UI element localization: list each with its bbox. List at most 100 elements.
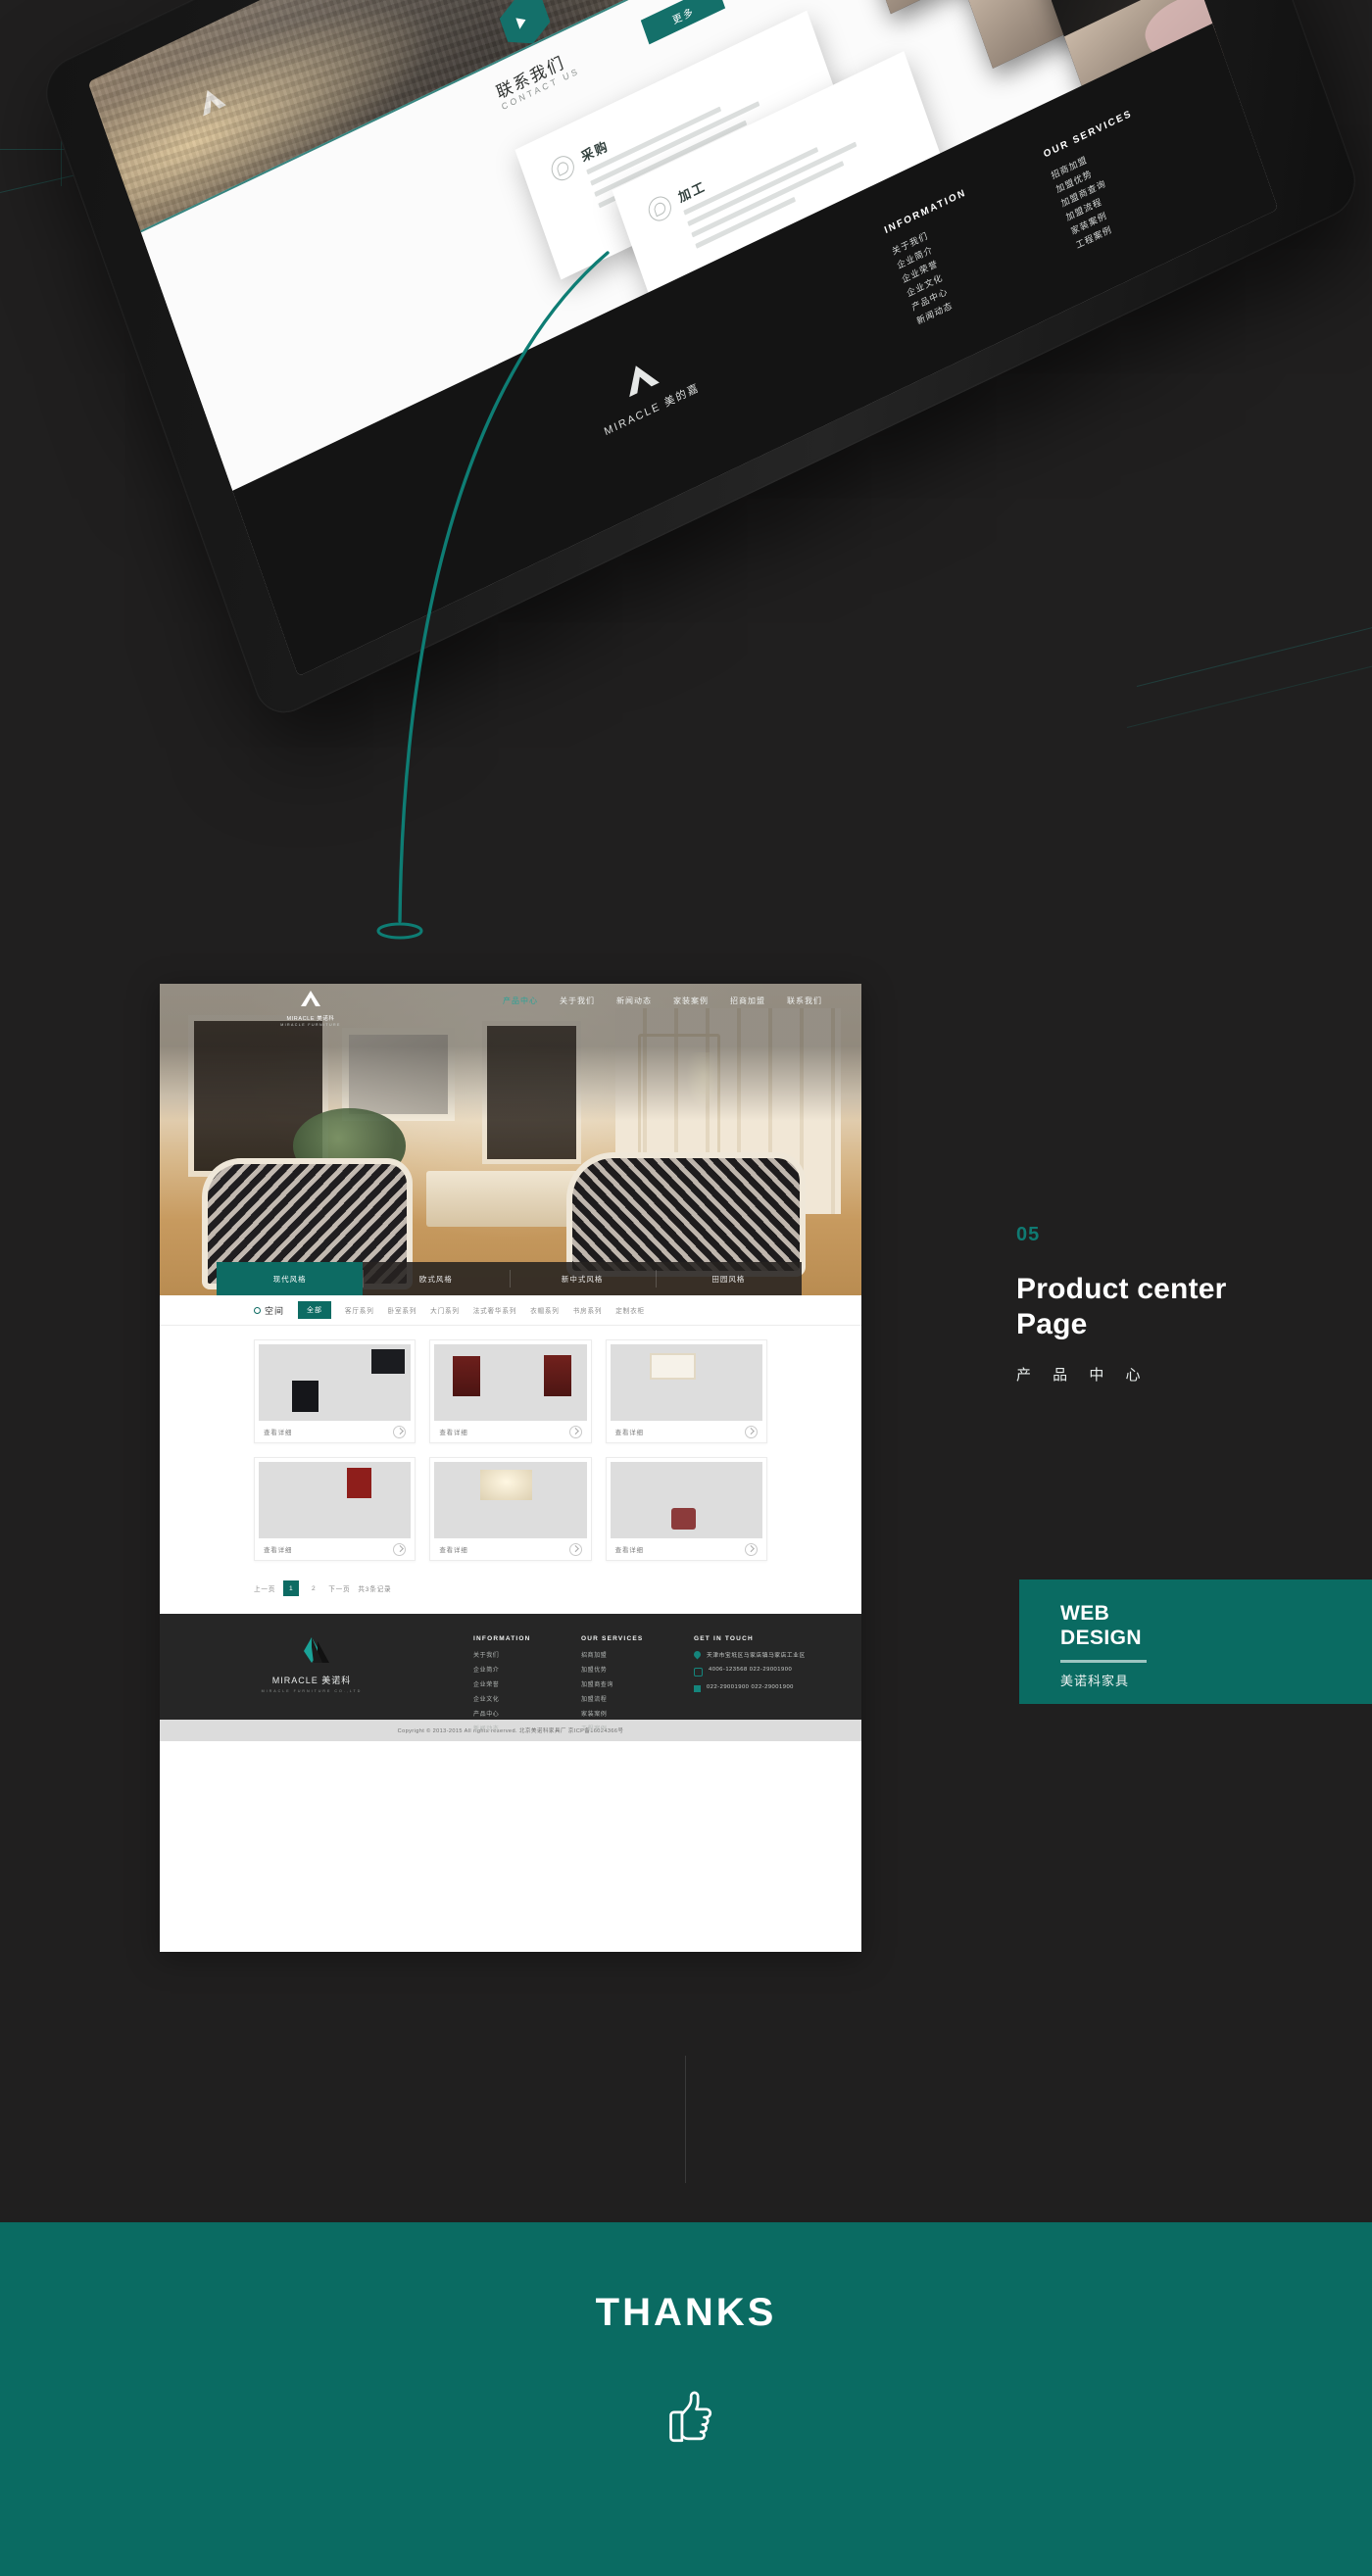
footer-col-heading: GET IN TOUCH [694, 1635, 754, 1642]
product-card[interactable]: 查看详细 [254, 1457, 416, 1561]
web-design-rule [1060, 1660, 1147, 1663]
product-meta: 查看详细 [255, 1538, 415, 1560]
footer-link[interactable]: 企业荣誉 [473, 1679, 531, 1688]
product-image [434, 1462, 587, 1538]
footer-col-contact: GET IN TOUCH 天津市宝坻区马家店镇马家店工业区 4006-12356… [692, 1635, 806, 1700]
web-design-block: WEB DESIGN 美诺科家具 [1019, 1580, 1372, 1704]
pagination-page-2[interactable]: 2 [307, 1581, 320, 1595]
product-card[interactable]: 查看详细 [429, 1339, 592, 1443]
nav-item-franchise[interactable]: 招商加盟 [730, 996, 765, 1006]
chat-icon [548, 152, 578, 185]
hero-tab-modern[interactable]: 现代风格 [217, 1262, 364, 1295]
chevron-right-icon[interactable] [744, 1542, 758, 1556]
product-card[interactable]: 查看详细 [254, 1339, 416, 1443]
site-navbar: MIRACLE 美诺科 MIRACLE FURNITURE 产品中心 关于我们 … [160, 984, 861, 1027]
footer-col-information: INFORMATION 关于我们 企业简介 企业荣誉 企业文化 产品中心 新闻动… [473, 1635, 531, 1738]
product-filter-bar: 空间 全部 客厅系列 卧室系列 大门系列 法式奢华系列 衣帽系列 书房系列 定制… [160, 1295, 861, 1326]
site-logo[interactable]: MIRACLE 美诺科 MIRACLE FURNITURE [271, 990, 350, 1027]
product-image [610, 1462, 762, 1538]
footer-link[interactable]: 加盟商查询 [581, 1679, 643, 1688]
product-card[interactable]: 查看详细 [429, 1457, 592, 1561]
page-subtitle-cn: 产 品 中 心 [1016, 1367, 1150, 1384]
filter-option[interactable]: 卧室系列 [388, 1305, 417, 1315]
web-design-heading: WEB DESIGN [1060, 1601, 1142, 1650]
filter-option[interactable]: 客厅系列 [345, 1305, 374, 1315]
nav-item-about-us[interactable]: 关于我们 [560, 996, 595, 1006]
footer-contact-phone-row: 4006-123568 022-29001900 [694, 1667, 806, 1677]
nav-item-contact[interactable]: 联系我们 [787, 996, 822, 1006]
filter-option[interactable]: 定制衣柜 [615, 1305, 645, 1315]
page-title-line-1: Product center [1016, 1273, 1227, 1305]
footer-link[interactable]: 企业简介 [473, 1665, 531, 1674]
site-hero: MIRACLE 美诺科 MIRACLE FURNITURE 产品中心 关于我们 … [160, 984, 861, 1295]
footer-link[interactable]: 新闻动态 [473, 1724, 531, 1732]
pagination: 上一页 1 2 下一页 共3条记录 [160, 1575, 861, 1614]
footer-link[interactable]: 产品中心 [473, 1709, 531, 1718]
product-image [434, 1344, 587, 1421]
nav-item-cases[interactable]: 家装案例 [673, 996, 709, 1006]
pagination-total: 共3条记录 [358, 1586, 392, 1593]
product-card[interactable]: 查看详细 [605, 1457, 767, 1561]
footer-link[interactable]: 加盟优势 [581, 1665, 643, 1674]
product-grid: 查看详细 查看详细 查看详细 查看详细 查看详细 查看详细 [160, 1326, 861, 1561]
product-image [259, 1462, 412, 1538]
page-title: Product center Page [1016, 1272, 1340, 1342]
product-row: 查看详细 查看详细 查看详细 [254, 1339, 767, 1443]
web-design-client: 美诺科家具 [1060, 1674, 1130, 1688]
filter-option[interactable]: 法式奢华系列 [473, 1305, 516, 1315]
web-design-line-2: DESIGN [1060, 1627, 1142, 1649]
product-row: 查看详细 查看详细 查看详细 [254, 1457, 767, 1561]
product-meta: 查看详细 [430, 1421, 590, 1442]
section-number: 05 [1016, 1224, 1041, 1245]
filter-label: 空间 [265, 1305, 285, 1316]
hero-tab-new-chinese[interactable]: 新中式风格 [509, 1262, 656, 1295]
chevron-right-icon[interactable] [568, 1542, 582, 1556]
map-pin-icon [692, 1649, 703, 1660]
product-meta: 查看详细 [607, 1538, 766, 1560]
filter-chip-all[interactable]: 全部 [298, 1301, 332, 1319]
footer-contact-phone: 4006-123568 022-29001900 [709, 1667, 793, 1673]
product-caption: 查看详细 [264, 1547, 293, 1554]
filter-option[interactable]: 大门系列 [430, 1305, 460, 1315]
bullet-icon [254, 1306, 261, 1314]
chevron-right-icon[interactable] [744, 1425, 758, 1438]
nav-item-product-center[interactable]: 产品中心 [503, 996, 538, 1006]
filter-option[interactable]: 衣帽系列 [530, 1305, 560, 1315]
footer-contact-fax: 022-29001900 022-29001900 [707, 1684, 794, 1690]
tablet-mockup-section: CO 联系我们 CONTACT US 更多 产品 联系我们 采购 [0, 0, 1372, 980]
pagination-page-1[interactable]: 1 [283, 1580, 300, 1596]
pointer-arc [376, 251, 610, 940]
pagination-next[interactable]: 下一页 [328, 1583, 350, 1593]
site-footer: MIRACLE 美诺科 MIRACLE FURNITURE CO.,LTD IN… [160, 1614, 861, 1732]
filter-option[interactable]: 书房系列 [573, 1305, 603, 1315]
guide-line-right [1136, 624, 1372, 687]
pagination-prev[interactable]: 上一页 [254, 1583, 275, 1593]
tablet-footer-col-services: OUR SERVICES 招商加盟 加盟优势 加盟商查询 加盟流程 家装案例 工… [1042, 107, 1167, 254]
guide-line-right-2 [1126, 662, 1372, 728]
hero-tab-european[interactable]: 欧式风格 [363, 1262, 510, 1295]
page-title-line-2: Page [1016, 1308, 1088, 1340]
footer-link[interactable]: 企业文化 [473, 1694, 531, 1703]
footer-link[interactable]: 工程案例 [581, 1724, 643, 1732]
site-logo-tagline: MIRACLE FURNITURE [280, 1023, 341, 1027]
presentation-stage: CO 联系我们 CONTACT US 更多 产品 联系我们 采购 [0, 0, 1372, 2576]
footer-link[interactable]: 招商加盟 [581, 1650, 643, 1659]
chevron-right-icon[interactable] [568, 1425, 582, 1438]
footer-link[interactable]: 家装案例 [581, 1709, 643, 1718]
thanks-section: THANKS [0, 2222, 1372, 2576]
product-image [259, 1344, 412, 1421]
footer-contact-fax-row: 022-29001900 022-29001900 [694, 1684, 806, 1692]
footer-col-heading: OUR SERVICES [581, 1635, 644, 1642]
hero-tab-pastoral[interactable]: 田园风格 [655, 1262, 802, 1295]
chevron-right-icon[interactable] [393, 1542, 407, 1556]
footer-logo[interactable]: MIRACLE 美诺科 MIRACLE FURNITURE CO.,LTD [248, 1635, 375, 1693]
footer-link[interactable]: 加盟流程 [581, 1694, 643, 1703]
nav-item-news[interactable]: 新闻动态 [616, 996, 652, 1006]
hero-style-tabs: 现代风格 欧式风格 新中式风格 田园风格 [217, 1262, 802, 1295]
footer-contact-address-row: 天津市宝坻区马家店镇马家店工业区 [692, 1649, 806, 1660]
footer-contact-address: 天津市宝坻区马家店镇马家店工业区 [707, 1653, 806, 1659]
chevron-right-icon[interactable] [393, 1425, 407, 1438]
footer-col-services: OUR SERVICES 招商加盟 加盟优势 加盟商查询 加盟流程 家装案例 工… [581, 1635, 643, 1738]
product-card[interactable]: 查看详细 [605, 1339, 767, 1443]
footer-link[interactable]: 关于我们 [473, 1650, 531, 1659]
